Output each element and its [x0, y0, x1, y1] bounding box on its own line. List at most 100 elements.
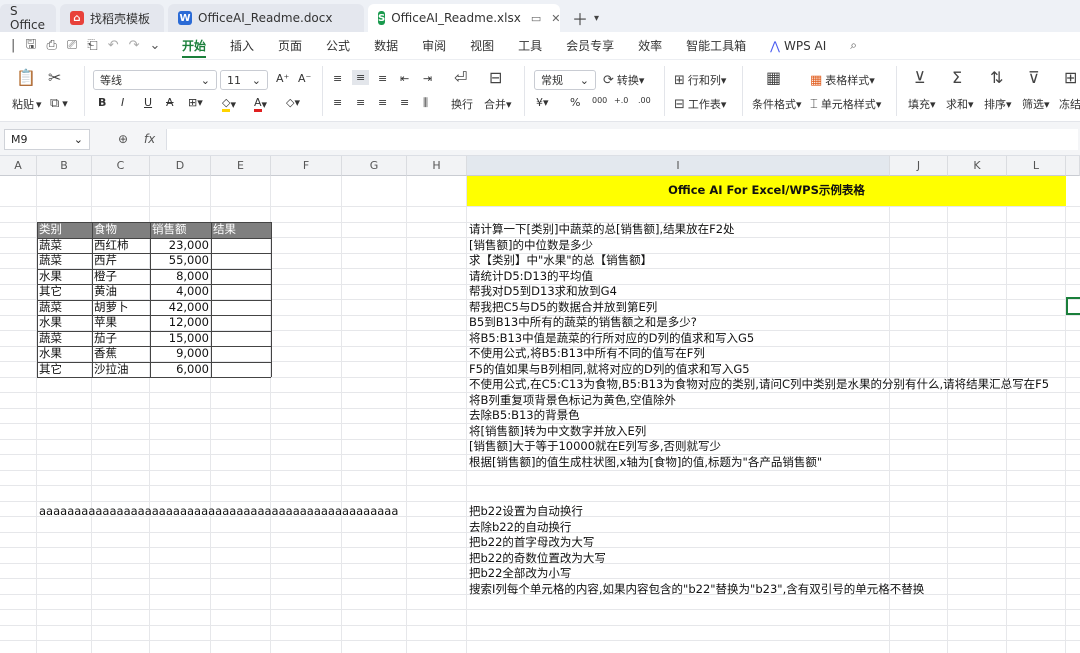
table-cell[interactable]: 4,000 [150, 284, 211, 299]
menu-member[interactable]: 会员专享 [566, 32, 614, 60]
instruction-cell[interactable]: 不使用公式,将B5:B13中所有不同的值写在F列 [467, 346, 707, 361]
column-header-f[interactable]: F [271, 156, 342, 176]
table-cell[interactable]: 沙拉油 [92, 362, 150, 377]
column-header-d[interactable]: D [150, 156, 211, 176]
instruction-cell[interactable]: 请统计D5:D13的平均值 [467, 269, 595, 284]
table-cell[interactable]: 其它 [37, 284, 92, 299]
table-header-cell[interactable]: 销售额 [150, 222, 211, 238]
table-header-cell[interactable]: 食物 [92, 222, 150, 238]
number-format-select[interactable]: 常规 ⌄ [534, 70, 596, 90]
merge-cells-icon[interactable]: ⊟ [489, 68, 502, 87]
percent-button[interactable]: % [570, 96, 580, 109]
instruction-cell[interactable]: 帮我把C5与D5的数据合并放到第E列 [467, 300, 659, 315]
fill-icon[interactable]: ⊻ [914, 68, 926, 87]
cell-style-button[interactable]: ⌶ 单元格样式 ▾ [810, 96, 881, 112]
instruction-cell[interactable]: 去除B5:B13的背景色 [467, 408, 582, 423]
menu-toggle-icon[interactable]: | [11, 38, 15, 53]
sum-button[interactable]: 求和 ▾ [946, 96, 974, 112]
instruction-cell[interactable]: 去除b22的自动换行 [467, 520, 573, 535]
title-cell[interactable]: Office AI For Excel/WPS示例表格 [467, 183, 1066, 198]
border-button[interactable]: ⊞▾ [188, 96, 203, 109]
search-icon[interactable]: ⌕ [850, 32, 857, 60]
table-cell[interactable]: 12,000 [150, 315, 211, 330]
table-header-cell[interactable]: 结果 [211, 222, 271, 238]
menu-insert[interactable]: 插入 [230, 32, 254, 60]
table-cell[interactable]: 水果 [37, 269, 92, 284]
column-header-i[interactable]: I [467, 156, 890, 176]
table-cell[interactable]: 其它 [37, 362, 92, 377]
selected-cell[interactable] [1066, 297, 1080, 315]
fill-button[interactable]: 填充 ▾ [908, 96, 936, 112]
align-top-button[interactable]: ≡ [333, 72, 342, 85]
close-icon[interactable]: ✕ [551, 12, 560, 25]
instruction-cell[interactable]: 把b22的首字母改为大写 [467, 535, 596, 550]
table-style-button[interactable]: ▦ 表格样式 ▾ [810, 72, 875, 88]
distribute-button[interactable]: ⫼ [423, 96, 428, 110]
instruction-cell[interactable]: F5的值如果与B列相同,就将对应的D列的值求和写入G5 [467, 362, 752, 377]
fx-button[interactable]: fx [144, 132, 155, 146]
increase-font-button[interactable]: A⁺ [276, 72, 289, 85]
print-preview-icon[interactable]: ⎗ [87, 38, 97, 53]
merge-button[interactable]: 合并 ▾ [484, 96, 512, 112]
spreadsheet-grid[interactable]: Office AI For Excel/WPS示例表格 aaaaaaaaaaaa… [0, 156, 1080, 653]
bold-button[interactable]: B [98, 96, 106, 109]
menu-review[interactable]: 审阅 [422, 32, 446, 60]
align-right-button[interactable]: ≡ [378, 96, 387, 109]
instruction-cell[interactable]: 根据[销售额]的值生成柱状图,x轴为[食物]的值,标题为"各产品销售额" [467, 455, 824, 470]
align-left-button[interactable]: ≡ [333, 96, 342, 109]
table-cell[interactable]: 8,000 [150, 269, 211, 284]
menu-view[interactable]: 视图 [470, 32, 494, 60]
tab-readme-docx[interactable]: W OfficeAI_Readme.docx [168, 4, 364, 32]
decrease-font-button[interactable]: A⁻ [298, 72, 311, 85]
conditional-format-button[interactable]: 条件格式 ▾ [752, 96, 802, 112]
instruction-cell[interactable]: 将B列重复项背景色标记为黄色,空值除外 [467, 393, 678, 408]
table-cell[interactable]: 西芹 [92, 253, 150, 268]
worksheet-button[interactable]: ⊟ 工作表 ▾ [674, 96, 726, 112]
column-header-j[interactable]: J [890, 156, 948, 176]
sort-button[interactable]: 排序 ▾ [984, 96, 1012, 112]
table-cell[interactable]: 茄子 [92, 331, 150, 346]
menu-formulas[interactable]: 公式 [326, 32, 350, 60]
table-cell[interactable]: 蔬菜 [37, 300, 92, 315]
instruction-cell[interactable]: 把b22设置为自动换行 [467, 504, 585, 519]
table-cell[interactable]: 水果 [37, 315, 92, 330]
table-cell[interactable]: 黄油 [92, 284, 150, 299]
convert-button[interactable]: ⟳ 转换 ▾ [603, 72, 644, 88]
decrease-decimal-button[interactable]: .00 [638, 96, 651, 105]
instruction-cell[interactable]: 把b22全部改为小写 [467, 566, 573, 581]
copy-format-button[interactable]: ⧉ ▾ [50, 96, 68, 111]
print-icon[interactable]: ⎚ [67, 38, 77, 53]
align-bottom-button[interactable]: ≡ [378, 72, 387, 85]
column-header-k[interactable]: K [948, 156, 1007, 176]
sum-icon[interactable]: Σ [952, 68, 962, 87]
instruction-cell[interactable]: 将[销售额]转为中文数字并放入E列 [467, 424, 648, 439]
undo-icon[interactable]: ↶ [108, 38, 119, 53]
table-header-cell[interactable]: 类别 [37, 222, 92, 238]
column-header-e[interactable]: E [211, 156, 271, 176]
column-header-g[interactable]: G [342, 156, 407, 176]
column-header-l[interactable]: L [1007, 156, 1066, 176]
table-cell[interactable]: 42,000 [150, 300, 211, 315]
instruction-cell[interactable]: 请计算一下[类别]中蔬菜的总[销售额],结果放在F2处 [467, 222, 737, 237]
tab-wps-office[interactable]: S Office [0, 4, 56, 32]
table-cell[interactable]: 西红柿 [92, 238, 150, 253]
table-cell[interactable]: 蔬菜 [37, 253, 92, 268]
column-header-b[interactable]: B [37, 156, 92, 176]
menu-efficiency[interactable]: 效率 [638, 32, 662, 60]
more-chevron-icon[interactable]: ⌄ [150, 38, 161, 53]
table-cell[interactable]: 23,000 [150, 238, 211, 253]
rows-cols-button[interactable]: ⊞ 行和列 ▾ [674, 72, 726, 88]
instruction-cell[interactable]: 不使用公式,在C5:C13为食物,B5:B13为食物对应的类别,请问C列中类别是… [467, 377, 1051, 392]
paste-button[interactable]: 粘贴 ▾ [12, 96, 42, 112]
tab-docer-templates[interactable]: ⌂ 找稻壳模板 [60, 4, 164, 32]
menu-tools[interactable]: 工具 [518, 32, 542, 60]
export-icon[interactable]: ⎙ [46, 38, 56, 53]
name-box[interactable]: M9 ⌄ [4, 129, 90, 150]
currency-button[interactable]: ¥▾ [536, 96, 549, 109]
table-cell[interactable]: 橙子 [92, 269, 150, 284]
menu-page[interactable]: 页面 [278, 32, 302, 60]
conditional-format-icon[interactable]: ▦ [766, 68, 781, 87]
fill-color-button[interactable]: ◇ ▾ [222, 96, 236, 112]
table-cell[interactable]: 15,000 [150, 331, 211, 346]
wrap-text-button[interactable]: 换行 [451, 96, 473, 112]
